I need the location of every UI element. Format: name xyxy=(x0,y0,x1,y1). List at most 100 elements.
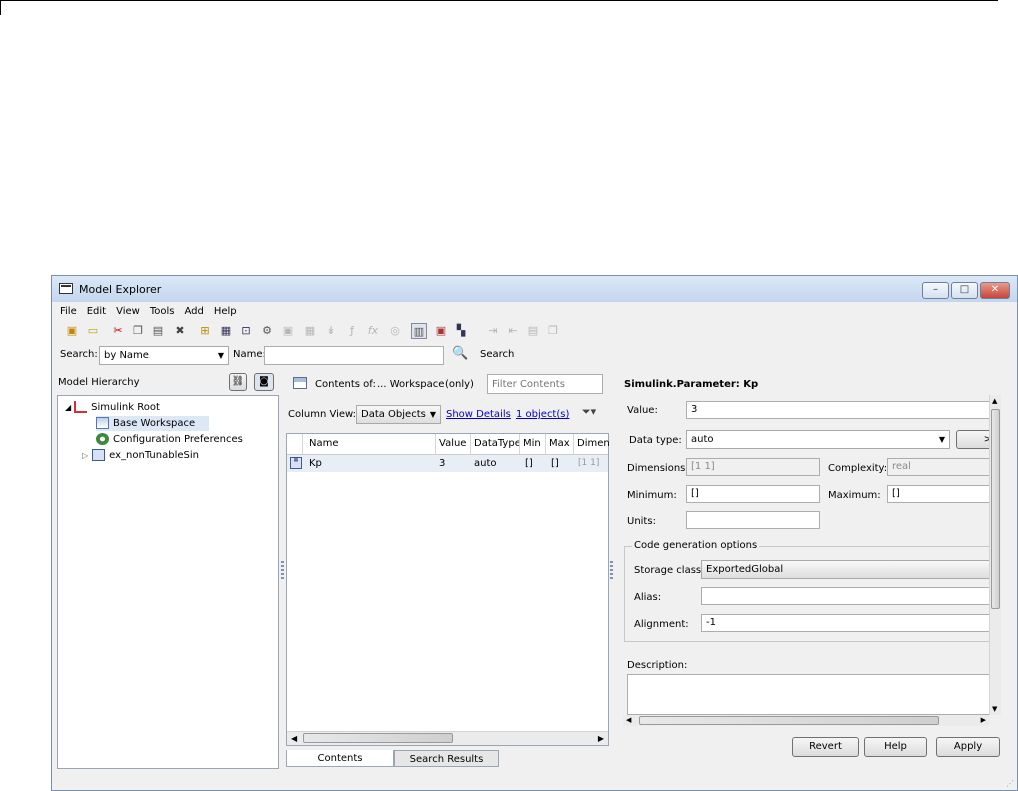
column-header-max[interactable]: Max xyxy=(546,434,574,454)
minimum-input[interactable]: [] xyxy=(686,485,820,503)
menu-edit[interactable]: Edit xyxy=(82,304,111,320)
filter-view-icon[interactable]: ◙ xyxy=(254,373,274,391)
add-config-icon[interactable]: ⚙ xyxy=(259,323,275,339)
dialog-view-icon[interactable]: ▣ xyxy=(433,323,449,339)
storage-class-select[interactable]: ExportedGlobal xyxy=(701,560,991,579)
cut-icon[interactable]: ✂ xyxy=(110,323,126,339)
add-parameter-icon[interactable]: ▦ xyxy=(218,323,234,339)
close-button[interactable]: ✕ xyxy=(980,282,1010,299)
add-message-icon[interactable]: ◎ xyxy=(387,323,403,339)
paste-icon[interactable]: ▤ xyxy=(150,323,166,339)
cell-name[interactable]: Kp xyxy=(309,455,322,472)
alignment-input[interactable]: -1 xyxy=(701,614,991,632)
title-bar[interactable]: Model Explorer – □ ✕ xyxy=(52,276,1017,302)
search-name-input[interactable] xyxy=(264,346,444,365)
minimum-label: Minimum: xyxy=(627,490,677,501)
storage-class-label: Storage class: xyxy=(634,565,705,576)
splitter-grip[interactable] xyxy=(610,561,613,579)
import-icon[interactable]: ⇤ xyxy=(505,323,521,339)
column-header-value[interactable]: Value xyxy=(436,434,471,454)
collapsed-icon[interactable]: ▷ xyxy=(82,451,88,460)
menu-view[interactable]: View xyxy=(111,304,145,320)
add-function-icon[interactable]: fx xyxy=(365,323,381,339)
contents-scope[interactable]: ... Workspace xyxy=(377,379,444,390)
cell-min[interactable]: [] xyxy=(525,455,533,472)
dialog-horizontal-thumb[interactable] xyxy=(639,716,939,725)
tab-contents[interactable]: Contents xyxy=(286,750,394,767)
tab-search-results[interactable]: Search Results xyxy=(394,750,499,767)
cell-max[interactable]: [] xyxy=(551,455,559,472)
scroll-left-icon[interactable]: ◀ xyxy=(291,732,297,745)
datatype-select[interactable]: auto ▼ xyxy=(686,430,950,449)
maximum-input[interactable]: [] xyxy=(887,485,990,503)
add-event-icon[interactable]: ƒ xyxy=(344,323,360,339)
revert-button[interactable]: Revert xyxy=(792,737,859,757)
column-header-dimensions[interactable]: Dimen xyxy=(574,434,610,454)
column-header-name[interactable]: Name xyxy=(303,434,436,454)
tree-item-configuration-preferences[interactable]: Configuration Preferences xyxy=(96,432,243,447)
save-icon[interactable]: ▤ xyxy=(525,323,541,339)
clone-icon[interactable]: ❐ xyxy=(545,323,561,339)
show-details-link[interactable]: Show Details xyxy=(446,409,511,420)
contents-view-icon[interactable]: ▥ xyxy=(411,323,427,339)
tree-item-label: Configuration Preferences xyxy=(113,434,243,445)
units-input[interactable] xyxy=(686,511,820,529)
tree-item-ex-nontunablesin[interactable]: ▷ ex_nonTunableSin xyxy=(82,448,199,463)
help-button[interactable]: Help xyxy=(864,737,927,757)
copy-icon[interactable]: ❐ xyxy=(130,323,146,339)
tree-item-base-workspace[interactable]: Base Workspace xyxy=(96,416,210,431)
dialog-vertical-scrollbar[interactable]: ▲ ▼ xyxy=(989,395,1001,715)
horizontal-scroll-thumb[interactable] xyxy=(303,733,453,743)
search-mode-select[interactable]: by Name ▼ xyxy=(99,346,229,365)
column-header-min[interactable]: Min xyxy=(520,434,546,454)
horizontal-scrollbar[interactable]: ◀ ▶ xyxy=(287,731,608,745)
add-variable-icon[interactable]: ⊞ xyxy=(197,323,213,339)
menu-add[interactable]: Add xyxy=(179,304,208,320)
object-count-link[interactable]: 1 object(s) xyxy=(516,409,569,420)
link-icon[interactable]: ⛓ xyxy=(229,373,247,391)
alias-input[interactable] xyxy=(701,587,991,605)
resize-grip-icon[interactable]: ⋰ xyxy=(1006,779,1014,788)
app-icon xyxy=(59,283,73,294)
minimize-button[interactable]: – xyxy=(922,282,949,299)
menu-help[interactable]: Help xyxy=(209,304,242,320)
scroll-right-icon[interactable]: ▶ xyxy=(598,732,604,745)
scroll-down-icon[interactable]: ▼ xyxy=(992,705,997,713)
apply-button[interactable]: Apply xyxy=(936,737,1000,757)
open-folder-icon[interactable]: ▭ xyxy=(85,323,101,339)
add-signal-icon[interactable]: ⊡ xyxy=(238,323,254,339)
expanded-icon[interactable]: ◢ xyxy=(65,403,71,412)
description-textarea[interactable] xyxy=(627,674,991,715)
table-row[interactable]: ▦ Kp 3 auto [] [] [1 1] xyxy=(287,455,608,472)
column-filter-icon[interactable]: ⏷▾ xyxy=(579,404,599,420)
maximize-button[interactable]: □ xyxy=(951,282,978,299)
search-button[interactable]: Search xyxy=(480,349,514,360)
tree-item-simulink-root[interactable]: ◢ Simulink Root xyxy=(65,400,160,415)
menu-file[interactable]: File xyxy=(52,304,82,320)
dialog-scroll-thumb[interactable] xyxy=(991,409,1000,609)
scroll-up-icon[interactable]: ▲ xyxy=(992,397,997,405)
filter-contents-input[interactable] xyxy=(487,374,603,394)
menu-tools[interactable]: Tools xyxy=(145,304,180,320)
column-header-datatype[interactable]: DataType xyxy=(471,434,520,454)
cell-value[interactable]: 3 xyxy=(439,455,445,472)
column-view-select[interactable]: Data Objects ▼ xyxy=(356,405,441,424)
splitter-grip[interactable] xyxy=(281,561,284,579)
delete-icon[interactable]: ✖ xyxy=(172,323,188,339)
add-data-icon[interactable]: ▦ xyxy=(302,323,318,339)
dialog-horizontal-scrollbar[interactable]: ◀ ▶ xyxy=(623,715,989,726)
cell-datatype[interactable]: auto xyxy=(474,455,497,472)
complexity-label: Complexity: xyxy=(828,463,888,474)
dimensions-field: [1 1] xyxy=(686,458,820,476)
add-bus-icon[interactable]: ▣ xyxy=(280,323,296,339)
export-icon[interactable]: ⇥ xyxy=(485,323,501,339)
add-port-icon[interactable]: ↡ xyxy=(323,323,339,339)
search-icon[interactable]: 🔍 xyxy=(452,346,468,362)
hierarchy-view-icon[interactable]: ▚ xyxy=(453,323,469,339)
column-view-label: Column View: xyxy=(288,409,357,420)
scroll-left-icon[interactable]: ◀ xyxy=(626,715,631,726)
value-input[interactable]: 3 xyxy=(686,401,990,419)
new-model-icon[interactable]: ▣ xyxy=(64,323,80,339)
model-hierarchy-tree: ◢ Simulink Root Base Workspace Configurat… xyxy=(57,395,279,769)
scroll-right-icon[interactable]: ▶ xyxy=(981,715,986,726)
